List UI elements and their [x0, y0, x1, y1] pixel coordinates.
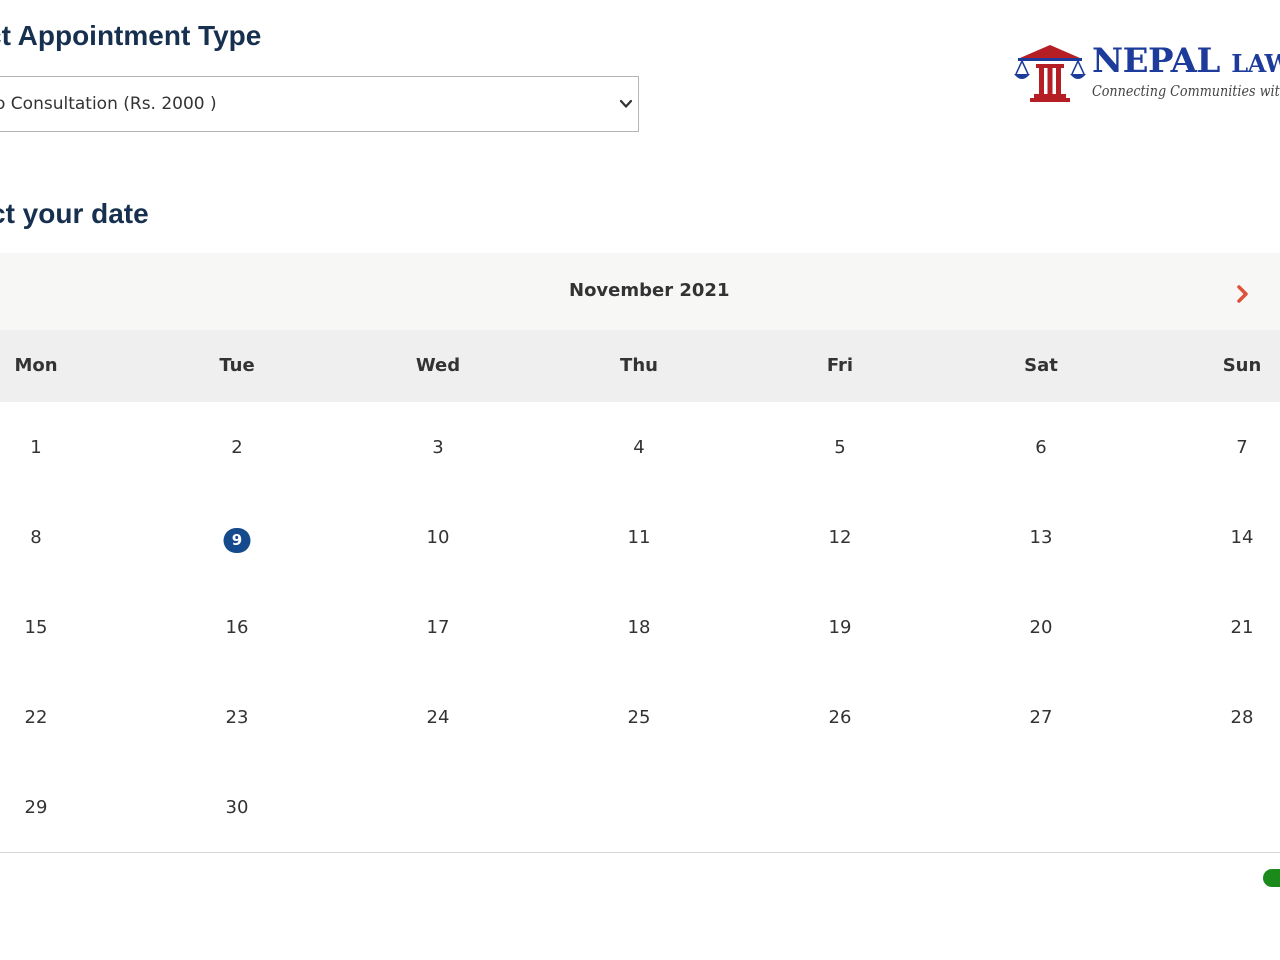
day-cell[interactable]: 13	[1030, 527, 1053, 548]
day-cell[interactable]: 15	[25, 617, 48, 638]
weekday-mon: Mon	[14, 355, 58, 376]
day-cell[interactable]: 22	[25, 707, 48, 728]
day-cell[interactable]: 18	[628, 617, 651, 638]
day-cell[interactable]: 29	[25, 797, 48, 818]
month-label: November 2021	[569, 280, 730, 301]
weekday-tue: Tue	[219, 355, 255, 376]
day-cell[interactable]: 3	[432, 437, 443, 458]
scales-of-justice-icon	[1014, 45, 1086, 102]
next-month-button[interactable]	[1230, 281, 1256, 307]
selected-day[interactable]: 9	[223, 528, 251, 553]
day-cell[interactable]: 17	[427, 617, 450, 638]
booking-page: ct Appointment Type o Consultation (Rs. …	[0, 0, 1280, 960]
day-cell[interactable]: 19	[829, 617, 852, 638]
day-cell[interactable]: 28	[1231, 707, 1254, 728]
appointment-type-select[interactable]: o Consultation (Rs. 2000 )	[0, 76, 639, 132]
day-cell[interactable]: 11	[628, 527, 651, 548]
status-indicator[interactable]	[1263, 869, 1280, 887]
day-cell[interactable]: 4	[633, 437, 644, 458]
calendar-bottom-divider	[0, 852, 1280, 853]
day-cell[interactable]: 30	[226, 797, 249, 818]
day-cell[interactable]: 23	[226, 707, 249, 728]
day-cell[interactable]: 26	[829, 707, 852, 728]
day-cell[interactable]: 1	[30, 437, 41, 458]
weekday-sat: Sat	[1024, 355, 1058, 376]
day-cell[interactable]: 16	[226, 617, 249, 638]
day-cell[interactable]: 20	[1030, 617, 1053, 638]
day-cell[interactable]: 14	[1231, 527, 1254, 548]
weekday-fri: Fri	[826, 355, 854, 376]
logo-title: NEPAL LAWY	[1092, 44, 1280, 78]
day-cell[interactable]: 25	[628, 707, 651, 728]
appointment-type-heading: ct Appointment Type	[0, 20, 262, 51]
weekday-sun: Sun	[1222, 355, 1262, 376]
logo-title-main: NEPAL	[1092, 41, 1220, 81]
appointment-type-value: o Consultation (Rs. 2000 )	[0, 94, 217, 114]
weekday-wed: Wed	[415, 355, 461, 376]
day-cell[interactable]: 5	[834, 437, 845, 458]
weekday-thu: Thu	[620, 355, 658, 376]
date-calendar: November 2021	[0, 253, 1280, 402]
chevron-right-icon	[1237, 285, 1248, 303]
day-cell[interactable]: 8	[30, 527, 41, 548]
day-cell[interactable]: 6	[1035, 437, 1046, 458]
logo-tagline: Connecting Communities with Legal	[1092, 82, 1280, 100]
day-cell[interactable]: 7	[1236, 437, 1247, 458]
day-cell[interactable]: 10	[427, 527, 450, 548]
day-cell[interactable]: 12	[829, 527, 852, 548]
date-heading: ct your date	[0, 198, 149, 229]
nepal-law-logo[interactable]: NEPAL LAWY Connecting Communities with L…	[1012, 40, 1280, 110]
logo-title-small: LAWY	[1231, 49, 1280, 78]
calendar-header: November 2021	[0, 253, 1280, 330]
chevron-down-icon	[619, 99, 633, 108]
day-cell[interactable]: 24	[427, 707, 450, 728]
day-cell[interactable]: 21	[1231, 617, 1254, 638]
day-cell[interactable]: 2	[231, 437, 242, 458]
day-cell[interactable]: 27	[1030, 707, 1053, 728]
